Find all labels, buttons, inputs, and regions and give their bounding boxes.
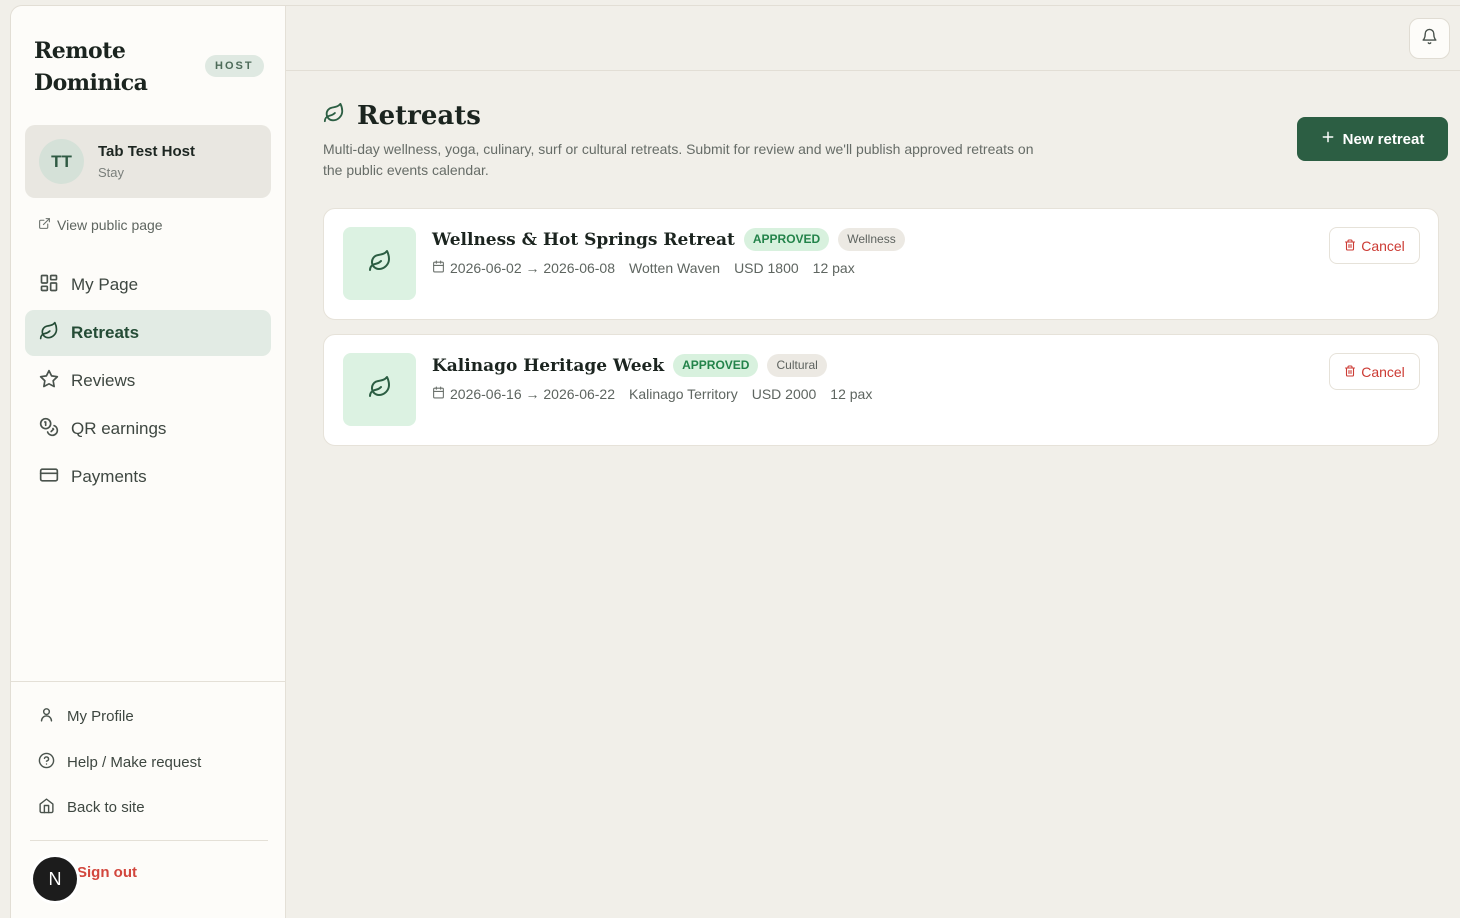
cancel-button[interactable]: Cancel [1329,353,1420,390]
coins-icon [39,417,59,442]
sidebar-divider [30,840,268,841]
status-badge: APPROVED [673,354,759,377]
user-card[interactable]: TT Tab Test Host Stay [25,125,271,198]
retreat-price: USD 1800 [734,260,799,276]
external-link-icon [38,217,51,233]
view-public-page-label: View public page [57,217,163,233]
retreat-capacity: 12 pax [812,260,855,276]
plus-icon [1321,130,1335,148]
retreat-thumbnail [343,227,416,300]
sidebar-item-payments[interactable]: Payments [25,454,271,500]
calendar-icon [432,386,445,402]
new-retreat-button[interactable]: New retreat [1297,117,1448,161]
retreat-dates: 2026-06-02 → 2026-06-08 [432,260,615,276]
retreat-price: USD 2000 [751,386,817,402]
page-title-text: Retreats [357,101,481,131]
category-badge: Wellness [838,228,905,251]
back-to-site-label: Back to site [67,799,145,816]
top-bar [286,6,1460,71]
sidebar-item-label: Reviews [71,371,136,390]
sidebar-item-label: Retreats [71,323,140,342]
sidebar-item-label: Payments [71,467,147,486]
leaf-icon [368,249,392,278]
user-icon [38,706,55,727]
retreat-title[interactable]: Wellness & Hot Springs Retreat [432,230,735,250]
credit-card-icon [39,465,59,490]
retreat-header: Wellness & Hot Springs Retreat APPROVED … [432,228,905,251]
calendar-icon [432,260,445,276]
notifications-button[interactable] [1409,18,1450,59]
leaf-icon [39,321,59,346]
sidebar-item-qr-earnings[interactable]: QR earnings [25,406,271,452]
sidebar-footer [11,681,286,682]
app-window: Remote Dominica HOST TT Tab Test Host St… [10,5,1460,918]
sidebar-nav: My Page Retreats Reviews QR earnings Pay… [25,262,271,502]
help-link[interactable]: Help / Make request [38,752,201,773]
new-retreat-label: New retreat [1342,130,1425,148]
leaf-icon [368,375,392,404]
brand-logo[interactable]: Remote Dominica [34,35,204,99]
bell-icon [1421,28,1438,50]
my-profile-link[interactable]: My Profile [38,706,134,727]
retreat-thumbnail [343,353,416,426]
cancel-label: Cancel [1361,363,1405,380]
retreat-location: Kalinago Territory [629,386,738,402]
star-icon [39,369,59,394]
sidebar-item-my-page[interactable]: My Page [25,262,271,308]
sidebar-item-label: My Page [71,275,139,294]
dev-tools-button[interactable]: N [33,857,77,901]
help-label: Help / Make request [67,754,202,771]
cancel-button[interactable]: Cancel [1329,227,1420,264]
retreat-location: Wotten Waven [629,260,721,276]
sidebar-item-label: QR earnings [71,419,167,438]
retreat-date-range: 2026-06-02 → 2026-06-08 [450,260,616,276]
status-badge: APPROVED [743,228,830,251]
retreat-card: Wellness & Hot Springs Retreat APPROVED … [323,208,1439,320]
my-profile-label: My Profile [67,708,134,725]
trash-icon [1344,238,1356,254]
user-role: Stay [98,165,125,180]
grid-icon [39,273,59,298]
page-title: Retreats [323,101,481,131]
leaf-icon [323,101,345,131]
cancel-label: Cancel [1361,237,1405,254]
retreat-meta: 2026-06-16 → 2026-06-22 Kalinago Territo… [432,386,872,402]
sidebar-item-retreats[interactable]: Retreats [25,310,271,356]
retreat-header: Kalinago Heritage Week APPROVED Cultural [432,354,827,377]
retreat-date-range: 2026-06-16 → 2026-06-22 [450,386,616,402]
user-name: Tab Test Host [98,143,195,160]
view-public-page-link[interactable]: View public page [38,217,163,233]
page-description: Multi-day wellness, yoga, culinary, surf… [323,141,1034,178]
sign-out-button[interactable]: Sign out [77,864,137,881]
home-icon [38,797,55,818]
retreat-card: Kalinago Heritage Week APPROVED Cultural… [323,334,1439,446]
avatar: TT [39,139,84,184]
sidebar: Remote Dominica HOST TT Tab Test Host St… [11,6,286,918]
trash-icon [1344,364,1356,380]
retreat-meta: 2026-06-02 → 2026-06-08 Wotten Waven USD… [432,260,855,276]
retreat-dates: 2026-06-16 → 2026-06-22 [432,386,615,402]
retreat-capacity: 12 pax [830,386,873,402]
category-badge: Cultural [767,354,827,377]
retreat-title[interactable]: Kalinago Heritage Week [432,356,664,376]
role-badge: HOST [205,55,264,77]
back-to-site-link[interactable]: Back to site [38,797,145,818]
help-circle-icon [38,752,55,773]
sidebar-item-reviews[interactable]: Reviews [25,358,271,404]
